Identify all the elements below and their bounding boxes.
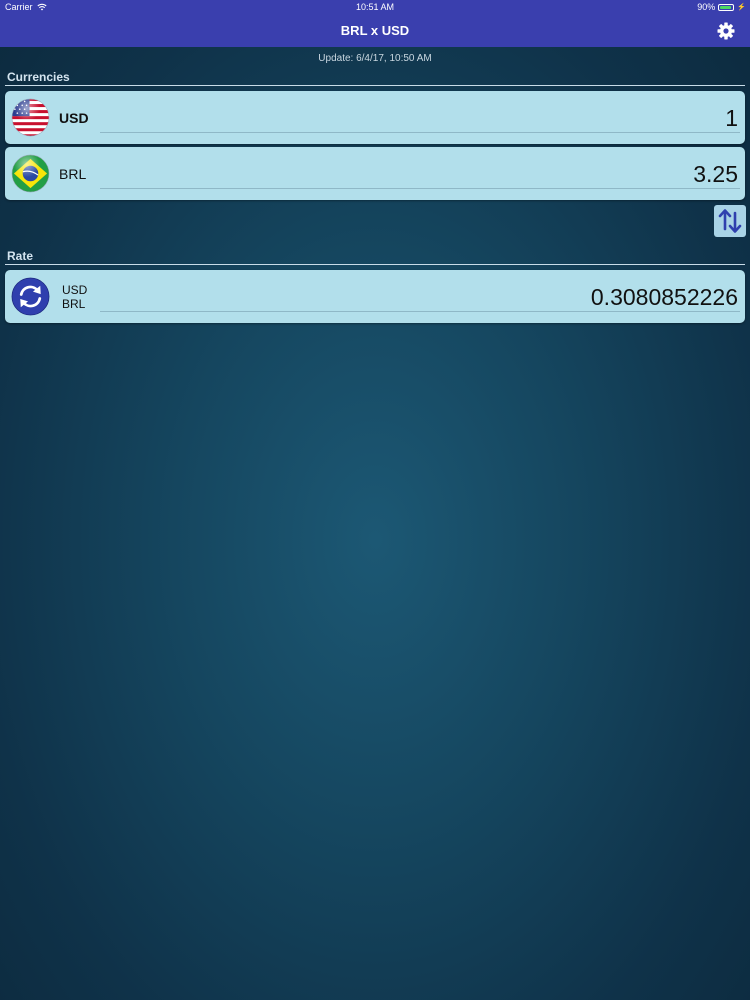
amount-input-usd[interactable]	[236, 104, 740, 133]
page-title: BRL x USD	[340, 23, 410, 38]
brazil-flag-icon	[11, 154, 50, 193]
currencies-label: Currencies	[7, 70, 70, 84]
refresh-icon[interactable]	[11, 277, 50, 316]
input-underline	[100, 188, 740, 189]
update-timestamp: Update: 6/4/17, 10:50 AM	[318, 53, 432, 64]
swap-currencies-button[interactable]	[714, 205, 746, 237]
input-underline	[100, 132, 740, 133]
rate-from-code: USD	[62, 283, 88, 297]
gear-icon	[717, 22, 735, 40]
battery-fill	[720, 5, 732, 9]
currency-row-usd[interactable]: USD	[5, 91, 745, 144]
swap-arrows-icon	[718, 209, 742, 233]
us-flag-icon	[11, 98, 50, 137]
amount-input-brl[interactable]	[236, 160, 740, 189]
nav-bar: BRL x USD	[0, 16, 750, 47]
status-bar: Carrier 10:51 AM 90% ⚡	[0, 0, 750, 16]
section-divider	[5, 85, 745, 86]
rate-value[interactable]	[236, 283, 740, 312]
currency-row-brl[interactable]: BRL	[5, 147, 745, 200]
status-time: 10:51 AM	[355, 2, 395, 12]
rate-row[interactable]: USD BRL	[5, 270, 745, 323]
currency-code-brl: BRL	[59, 166, 87, 182]
section-divider	[5, 264, 745, 265]
battery-icon	[718, 3, 735, 11]
status-battery-group: 90% ⚡	[697, 2, 746, 12]
rate-to-code: BRL	[62, 297, 86, 311]
currency-code-usd: USD	[59, 110, 89, 126]
charging-icon: ⚡	[737, 4, 746, 11]
settings-button[interactable]	[716, 21, 736, 41]
battery-percent: 90%	[697, 2, 716, 12]
rate-label: Rate	[7, 249, 34, 263]
input-underline	[100, 311, 740, 312]
rate-pair: USD BRL	[62, 283, 87, 311]
